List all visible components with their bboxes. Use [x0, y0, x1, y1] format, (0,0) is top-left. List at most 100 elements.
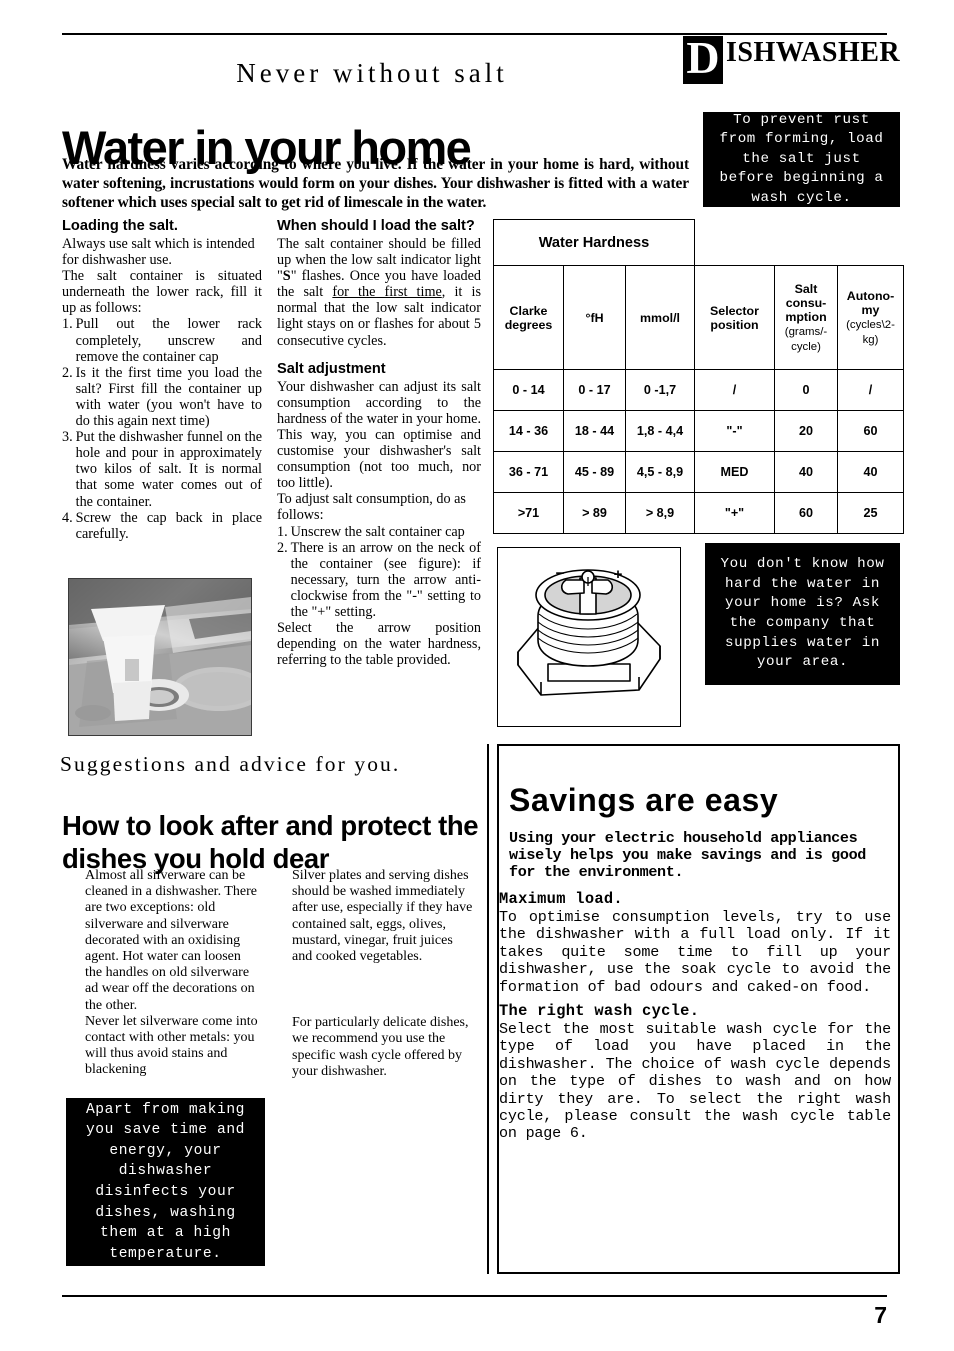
table-row: >71 > 89 > 8,9 "+" 60 25: [493, 492, 904, 534]
paragraph-indicator-light: The salt container should be filled up w…: [277, 236, 481, 349]
table-header-salt-consumption: Salt consu-mption (grams/-cycle): [774, 265, 838, 370]
table-cell: "+": [694, 492, 775, 534]
step-number: 1.: [277, 523, 288, 540]
table-cell: 45 - 89: [563, 451, 626, 493]
table-cell: 14 - 36: [493, 410, 564, 452]
step-text: There is an arrow on the neck of the con…: [290, 539, 481, 620]
table-cell: 4,5 - 8,9: [625, 451, 695, 493]
advice-column-2: Silver plates and serving dishes should …: [292, 868, 474, 1080]
table-header-mmol: mmol/l: [625, 265, 695, 370]
heading-when-should-i-load: When should I load the salt?: [277, 218, 475, 234]
table-row: Clarke degrees °fH mmol/l Selector posit…: [493, 265, 904, 370]
table-row: 14 - 36 18 - 44 1,8 - 4,4 "-" 20 60: [493, 410, 904, 452]
table-cell: > 89: [563, 492, 626, 534]
section-kicker: Never without salt: [236, 58, 508, 88]
table-cell: /: [694, 369, 775, 411]
table-row: 0 - 14 0 - 17 0 -1,7 / 0 /: [493, 369, 904, 411]
header-main-text: Salt consu-mption: [785, 281, 827, 324]
masthead-initial: D: [683, 35, 723, 84]
advice-kicker: Suggestions and advice for you.: [60, 752, 401, 776]
step-text: Put the dishwasher funnel on the hole an…: [75, 429, 262, 510]
table-cell: > 8,9: [625, 492, 695, 534]
paragraph-select-arrow-position: Select the arrow position depending on t…: [277, 620, 481, 669]
salt-cap-diagram: − +: [517, 565, 661, 696]
callout-disinfects-dishes: Apart from making you save time and ener…: [66, 1098, 265, 1266]
table-cell: 0 -1,7: [625, 369, 695, 411]
list-item: 1. Pull out the lower rack completely, u…: [62, 316, 262, 364]
list-item: 3. Put the dishwasher funnel on the hole…: [62, 429, 262, 509]
table-cell: 36 - 71: [493, 451, 564, 493]
table-cell: 0: [774, 369, 838, 411]
table-cell: MED: [694, 451, 775, 493]
list-item: 2. There is an arrow on the neck of the …: [277, 540, 481, 620]
paragraph-silverware-exceptions: Almost all silverware can be cleaned in …: [85, 868, 257, 1013]
column-loading-the-salt: Loading the salt. Always use salt which …: [62, 218, 262, 542]
table-header-fh: °fH: [563, 265, 626, 370]
table-cell: 60: [774, 492, 838, 534]
list-item: 4. Screw the cap back in place carefully…: [62, 510, 262, 542]
step-number: 4.: [62, 509, 73, 526]
advice-column-1: Almost all silverware can be cleaned in …: [85, 868, 260, 1079]
heading-salt-adjustment: Salt adjustment: [277, 360, 386, 377]
column-divider-rule: [487, 744, 489, 1274]
callout-water-hardness-tip: You don't know how hard the water in you…: [705, 543, 900, 685]
header-main-text: Autono-my: [846, 288, 895, 317]
table-group-header-water-hardness: Water Hardness: [493, 219, 695, 266]
table-cell: 40: [837, 451, 904, 493]
savings-lead-paragraph: Using your electric household appliances…: [509, 829, 867, 882]
table-cell: 18 - 44: [563, 410, 626, 452]
savings-title: Savings are easy: [509, 781, 779, 818]
figure-salt-container-cap: − +: [497, 547, 681, 727]
step-number: 2.: [62, 364, 73, 381]
step-text: Pull out the lower rack completely, unsc…: [75, 316, 262, 365]
paragraph-container-location: The salt container is situated underneat…: [62, 268, 262, 317]
savings-section-right-wash-cycle: The right wash cycle. Select the most su…: [499, 1002, 891, 1143]
table-header-selector-position: Selector position: [694, 265, 775, 370]
list-item: 2. Is it the first time you load the sal…: [62, 365, 262, 429]
paragraph-right-wash-cycle: Select the most suitable wash cycle for …: [499, 1020, 891, 1143]
table-cell: 40: [774, 451, 838, 493]
savings-section-maximum-load: Maximum load. To optimise consumption le…: [499, 890, 891, 996]
step-text: Is it the first time you load the salt? …: [75, 364, 262, 430]
photo-artwork: [69, 579, 251, 735]
masthead-word: ISHWASHER: [726, 37, 901, 68]
table-header-spacer: [695, 220, 904, 266]
step-text: Screw the cap back in place carefully.: [75, 509, 262, 542]
paragraph-avoid-metal-contact: Never let silverware come into contact w…: [85, 1013, 258, 1078]
minus-label: −: [556, 565, 565, 582]
water-hardness-table: Water Hardness Clarke degrees °fH mmol/l…: [493, 219, 904, 534]
table-cell: 1,8 - 4,4: [625, 410, 695, 452]
header-sub-text: (cycles\2-kg): [846, 318, 895, 346]
table-cell: >71: [493, 492, 564, 534]
table-cell: 25: [837, 492, 904, 534]
table-cell: 60: [837, 410, 904, 452]
callout-prevent-rust: To prevent rust from forming, load the s…: [703, 112, 900, 207]
page-number: 7: [874, 1302, 887, 1328]
paragraph-delicate-dishes: For particularly delicate dishes, we rec…: [292, 1015, 469, 1079]
plus-label: +: [614, 566, 623, 583]
step-number: 2.: [277, 539, 288, 556]
intro-paragraph: Water hardness varies according to where…: [62, 156, 689, 211]
adjustment-steps-list: 1. Unscrew the salt container cap 2. The…: [277, 524, 481, 621]
table-header-clarke-degrees: Clarke degrees: [493, 265, 564, 370]
table-row: Water Hardness: [493, 219, 904, 266]
top-divider-rule: [62, 33, 887, 35]
table-cell: 20: [774, 410, 838, 452]
heading-loading-the-salt: Loading the salt.: [62, 218, 178, 234]
text-run-bold: S: [282, 268, 291, 285]
paragraph-adjust-intro: To adjust salt consumption, do as follow…: [277, 491, 466, 524]
masthead: D ISHWASHER: [683, 35, 901, 84]
photo-salt-funnel-in-dishwasher: [68, 578, 252, 736]
header-sub-text: (grams/-cycle): [784, 325, 828, 353]
paragraph-adjust-consumption: Your dishwasher can adjust its salt cons…: [277, 378, 481, 492]
column-salt-adjustment: When should I load the salt? The salt co…: [277, 218, 481, 668]
table-cell: 0 - 14: [493, 369, 564, 411]
paragraph-use-dishwasher-salt: Always use salt which is intended for di…: [62, 236, 255, 269]
loading-steps-list: 1. Pull out the lower rack completely, u…: [62, 316, 262, 541]
table-cell: "-": [694, 410, 775, 452]
table-row: 36 - 71 45 - 89 4,5 - 8,9 MED 40 40: [493, 451, 904, 493]
paragraph-silver-plates: Silver plates and serving dishes should …: [292, 868, 473, 965]
table-cell: /: [837, 369, 904, 411]
